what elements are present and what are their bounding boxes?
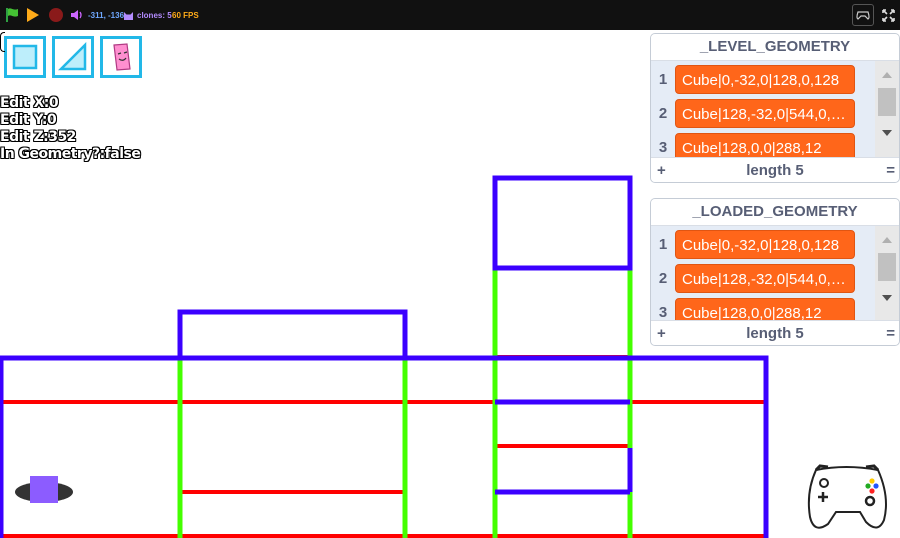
list-index: 1 xyxy=(658,235,668,253)
edit-x-readout: Edit X:0 xyxy=(0,95,59,111)
list-value[interactable]: Cube|128,0,0|288,12 xyxy=(675,132,855,157)
list-index: 2 xyxy=(658,104,668,122)
resize-handle[interactable]: = xyxy=(886,321,895,345)
fullscreen-button[interactable] xyxy=(878,0,898,30)
loaded-geometry-monitor[interactable]: _LOADED_GEOMETRY 1 Cube|0,-32,0|128,0,12… xyxy=(650,198,900,346)
list-item[interactable]: 2 Cube|128,-32,0|544,0,128 xyxy=(651,261,876,295)
list-value[interactable]: Cube|128,0,0|288,12 xyxy=(675,297,855,320)
level-geometry-monitor[interactable]: _LEVEL_GEOMETRY 1 Cube|0,-32,0|128,0,128… xyxy=(650,33,900,183)
list-length: length 5 xyxy=(746,162,804,179)
list-item[interactable]: 2 Cube|128,-32,0|544,0,128 xyxy=(651,96,876,130)
monitor-list[interactable]: 1 Cube|0,-32,0|128,0,128 2 Cube|128,-32,… xyxy=(651,61,899,157)
scroll-thumb xyxy=(878,88,896,116)
scrollbar-graphics xyxy=(878,72,896,136)
monitor-footer: + length 5 = xyxy=(651,320,899,345)
slope-tool-button[interactable] xyxy=(52,36,94,78)
character-icon xyxy=(113,43,131,71)
fullscreen-icon xyxy=(881,8,895,22)
monitor-list[interactable]: 1 Cube|0,-32,0|128,0,128 2 Cube|128,-32,… xyxy=(651,226,899,320)
cube-tool-button[interactable] xyxy=(4,36,46,78)
cube-icon xyxy=(12,44,38,70)
list-item[interactable]: 3 Cube|128,0,0|288,12 xyxy=(651,130,876,157)
volume-button[interactable] xyxy=(70,0,84,30)
clone-count-text: clones: 5 xyxy=(137,10,172,20)
edit-z-readout: Edit Z:352 xyxy=(0,129,76,145)
speaker-icon xyxy=(71,10,82,20)
list-index: 2 xyxy=(658,269,668,287)
gamepad-overlay-icon[interactable] xyxy=(806,462,888,536)
fps-text: 60 FPS xyxy=(172,10,199,20)
hidden-tool-edge xyxy=(0,32,5,52)
monitor-scrollbar[interactable] xyxy=(875,61,899,157)
add-item-button[interactable]: + xyxy=(657,321,666,345)
edit-y-readout: Edit Y:0 xyxy=(0,112,57,128)
scroll-up-icon xyxy=(882,237,892,243)
list-value[interactable]: Cube|0,-32,0|128,0,128 xyxy=(675,229,855,259)
list-length: length 5 xyxy=(746,325,804,342)
list-value[interactable]: Cube|0,-32,0|128,0,128 xyxy=(675,64,855,94)
list-item[interactable]: 3 Cube|128,0,0|288,12 xyxy=(651,295,876,320)
mouse-coordinates-text: -311, -136 xyxy=(88,10,125,20)
list-index: 3 xyxy=(658,138,668,156)
monitor-scrollbar[interactable] xyxy=(875,226,899,320)
scroll-down-icon xyxy=(882,130,892,136)
fps-counter: 60 FPS xyxy=(172,0,199,30)
add-item-button[interactable]: + xyxy=(657,158,666,182)
stop-button[interactable] xyxy=(48,0,64,30)
list-item[interactable]: 1 Cube|0,-32,0|128,0,128 xyxy=(651,62,876,96)
slope-icon xyxy=(57,41,87,71)
clone-counter: clones: 5 xyxy=(123,0,172,30)
list-index: 1 xyxy=(658,70,668,88)
stage[interactable]: Edit X:0 Edit Y:0 Edit Z:352 In Geometry… xyxy=(0,30,900,538)
play-icon xyxy=(27,8,39,22)
list-item[interactable]: 1 Cube|0,-32,0|128,0,128 xyxy=(651,227,876,261)
green-flag-icon xyxy=(6,8,18,22)
in-geometry-readout: In Geometry?:false xyxy=(0,146,141,162)
turbo-play-button[interactable] xyxy=(26,0,40,30)
gamepad-settings-button[interactable] xyxy=(852,4,874,26)
stop-icon xyxy=(49,8,63,22)
cat-icon xyxy=(124,11,133,20)
list-value[interactable]: Cube|128,-32,0|544,0,128 xyxy=(675,263,855,293)
stage-header: -311, -136 clones: 5 60 FPS xyxy=(0,0,900,30)
red-edges xyxy=(0,355,766,538)
list-index: 3 xyxy=(658,303,668,321)
mouse-coordinates: -311, -136 xyxy=(88,0,124,30)
character-tool-button[interactable] xyxy=(100,36,142,78)
scroll-down-icon xyxy=(882,295,892,301)
list-value[interactable]: Cube|128,-32,0|544,0,128 xyxy=(675,98,855,128)
resize-handle[interactable]: = xyxy=(886,158,895,182)
player xyxy=(15,476,73,503)
green-flag-button[interactable] xyxy=(4,0,20,30)
monitor-title: _LEVEL_GEOMETRY xyxy=(651,34,899,61)
gamepad-icon xyxy=(856,11,870,20)
scroll-up-icon xyxy=(882,72,892,78)
scroll-thumb xyxy=(878,253,896,281)
scrollbar-graphics xyxy=(878,237,896,301)
monitor-title: _LOADED_GEOMETRY xyxy=(651,199,899,226)
monitor-footer: + length 5 = xyxy=(651,157,899,182)
